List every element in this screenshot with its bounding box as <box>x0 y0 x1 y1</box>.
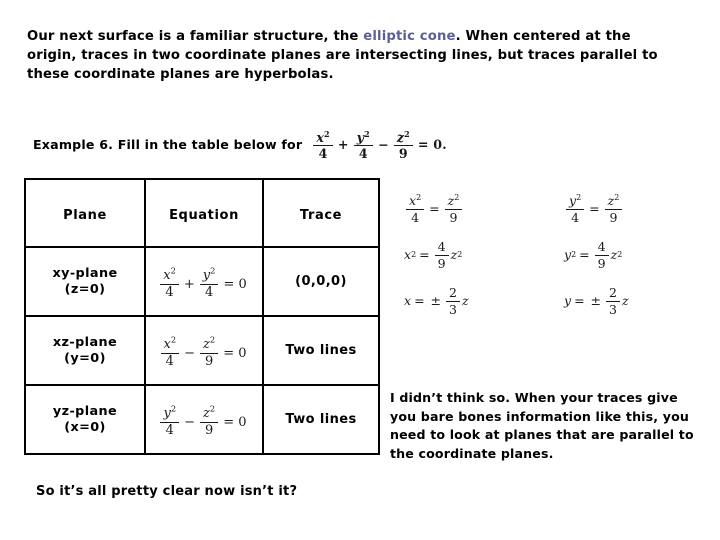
example-equation: x2 4 + y2 4 − z2 9 = 0. <box>311 130 449 160</box>
plane-condition: (x=0) <box>64 419 106 435</box>
note-left: So it’s all pretty clear now isn’t it? <box>36 484 298 499</box>
derivation-x-step-1: x2 4 = z2 9 <box>400 194 540 224</box>
trace-table: Plane Equation Trace xy-plane (z=0) x2 4… <box>24 178 380 455</box>
intro-text-part1: Our next surface is a familiar structure… <box>27 29 364 44</box>
table-cell-equation: y2 4 − z2 9 = 0 <box>144 384 264 455</box>
table-row: xz-plane (y=0) x2 4 − z2 9 = 0 Two lines <box>24 315 380 386</box>
table-row: yz-plane (x=0) y2 4 − z2 9 = 0 Two lines <box>24 384 380 455</box>
plane-condition: (y=0) <box>64 350 106 366</box>
table-header-row: Plane Equation Trace <box>24 178 380 248</box>
example-term-y: y2 4 <box>353 130 373 160</box>
table-cell-plane: yz-plane (x=0) <box>24 384 146 455</box>
derivation-y-step-2: y2 = 4 9 z2 <box>564 239 623 271</box>
table-header-plane: Plane <box>24 178 146 248</box>
table-cell-equation: x2 4 − z2 9 = 0 <box>144 315 264 386</box>
example-equals: = 0. <box>417 137 447 153</box>
derivation-step-row-3: x = ± 2 3 z y = ± 2 3 z <box>400 278 700 324</box>
example-label: Example 6. Fill in the table below for <box>33 136 303 152</box>
plane-name: xy-plane <box>52 265 118 281</box>
table-cell-trace: Two lines <box>262 384 380 455</box>
table-cell-trace: (0,0,0) <box>262 246 380 317</box>
derivation-step-row-1: x2 4 = z2 9 y2 4 = z2 9 <box>400 186 700 232</box>
derivation-y-step-1: y2 4 = z2 9 <box>540 194 700 224</box>
example-operator-2: − <box>377 137 389 153</box>
plus-minus-sign: ± <box>430 292 442 308</box>
plane-name: xz-plane <box>52 334 118 350</box>
elliptic-cone-term: elliptic cone <box>363 29 456 44</box>
plus-minus-sign: ± <box>590 292 602 308</box>
plane-condition: (z=0) <box>64 281 106 297</box>
derivation-x-step-2: x2 = 4 9 z2 <box>404 239 463 271</box>
derivation-x-step-3: x = ± 2 3 z <box>404 285 469 317</box>
intro-paragraph: Our next surface is a familiar structure… <box>27 27 682 84</box>
note-right: I didn’t think so. When your traces give… <box>390 390 694 461</box>
plane-name: yz-plane <box>52 403 118 419</box>
table-row: xy-plane (z=0) x2 4 + y2 4 = 0 (0,0,0) <box>24 246 380 317</box>
example-operator-1: + <box>337 137 349 153</box>
table-cell-plane: xy-plane (z=0) <box>24 246 146 317</box>
table-cell-plane: xz-plane (y=0) <box>24 315 146 386</box>
example-prompt: Example 6. Fill in the table below for x… <box>33 129 450 161</box>
example-term-x: x2 4 <box>313 130 333 160</box>
derivation-panel: x2 4 = z2 9 y2 4 = z2 9 x 2 = 4 9 z 2 y … <box>400 186 700 324</box>
derivation-step-row-2: x2 = 4 9 z2 y2 = 4 9 z2 <box>400 232 700 278</box>
table-header-trace: Trace <box>262 178 380 248</box>
table-cell-equation: x2 4 + y2 4 = 0 <box>144 246 264 317</box>
table-cell-trace: Two lines <box>262 315 380 386</box>
derivation-y-step-3: y = ± 2 3 z <box>564 285 629 317</box>
example-term-z: z2 9 <box>393 130 413 160</box>
table-header-equation: Equation <box>144 178 264 248</box>
